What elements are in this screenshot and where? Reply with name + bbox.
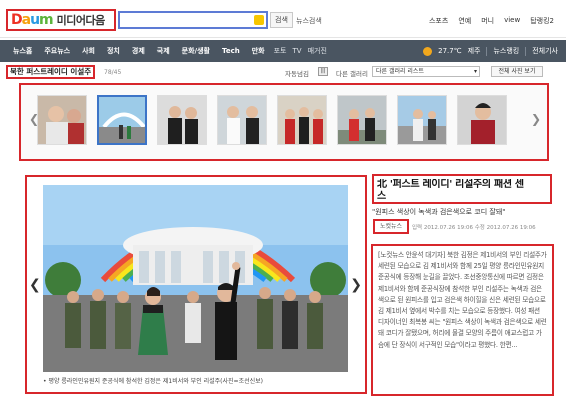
gallery-count: 78/45 (104, 69, 122, 76)
nav-item-top-news[interactable]: 주요뉴스 (38, 46, 76, 56)
nav-item-tech[interactable]: Tech (216, 47, 246, 55)
nav-item-politics[interactable]: 정치 (101, 46, 126, 56)
nav-item-comics[interactable]: 만화 (246, 46, 271, 56)
thumbnail-3[interactable] (157, 95, 207, 145)
nav-item-magazine[interactable]: 매거진 (305, 46, 330, 56)
article-date: 입력 2012.07.26 19:06 수정 2012.07.26 19:06 (412, 225, 536, 231)
search-box[interactable] (118, 11, 268, 29)
nav-item-society[interactable]: 사회 (76, 46, 101, 56)
nav-item-news-home[interactable]: 뉴스홈 (7, 46, 38, 56)
nav-item-world[interactable]: 국제 (151, 46, 176, 56)
autoplay-label: 자동넘김 (285, 70, 309, 78)
article-title-box: 北 '퍼스트 레이디' 리설주의 패션 센 스 (372, 174, 552, 204)
news-ranking-link[interactable]: 뉴스랭킹 (493, 46, 519, 56)
search-keyboard-icon[interactable] (254, 15, 264, 25)
chevron-left-icon[interactable]: ❮ (29, 277, 41, 293)
chevron-right-icon[interactable]: ❯ (531, 112, 541, 126)
article-title: 北 '퍼스트 레이디' 리설주의 패션 센 (377, 179, 524, 190)
top-links: 스포츠 연예 머니 view 탑랭킹2 (429, 16, 554, 26)
article-subtitle: "원피스 색상이 녹색과 검은색으로 코디 잘돼" (372, 208, 506, 216)
site-logo[interactable]: Daum 미디어다음 (6, 9, 116, 31)
top-link-entertainment[interactable]: 연예 (458, 16, 471, 26)
thumbnail-strip: ❮ ❯ (19, 83, 549, 161)
view-all-photos-button[interactable]: 전체 사진 보기 (491, 66, 543, 77)
main-photo-frame: ❮ ❯ • 평양 릉라인민유원지 준공식에 참석한 김정은 제1비서와 부인 리… (25, 175, 367, 394)
weather-city[interactable]: 제주 (468, 46, 481, 56)
weather-temp: 27.7℃ (438, 47, 462, 55)
gallery-bar: 북한 퍼스트레이디 이설주 78/45 자동넘김 ||| 다른 갤러리 다른 갤… (0, 64, 566, 82)
news-search-link[interactable]: 뉴스검색 (296, 16, 322, 26)
chevron-right-icon[interactable]: ❯ (350, 277, 362, 293)
next-gallery-label[interactable]: 다른 갤러리 (336, 68, 368, 78)
top-header: Daum 미디어다음 검색 뉴스검색 스포츠 연예 머니 view 탑랭킹2 (0, 0, 566, 38)
thumbnail-1[interactable] (37, 95, 87, 145)
chevron-down-icon: ▾ (473, 68, 477, 75)
gallery-select[interactable]: 다른 갤러리 리스트 ▾ (372, 66, 480, 77)
search-button[interactable]: 검색 (270, 12, 293, 28)
article-body-box: [노컷뉴스 안윤석 대기자] 북한 김정은 제1비서의 부인 리설주가 세련된 … (371, 244, 554, 396)
thumbnail-5[interactable] (277, 95, 327, 145)
top-link-view[interactable]: view (504, 16, 520, 26)
photo-caption: • 평양 릉라인민유원지 준공식에 참석한 김정은 제1비서와 부인 리설주(사… (43, 378, 264, 385)
thumbnail-2[interactable] (97, 95, 147, 145)
gallery-title: 북한 퍼스트레이디 이설주 (6, 65, 96, 79)
top-link-money[interactable]: 머니 (481, 16, 494, 26)
nav-item-photo[interactable]: 포토 (271, 46, 290, 56)
thumbnail-4[interactable] (217, 95, 267, 145)
article-title-line2: 스 (377, 191, 387, 202)
nav-divider (486, 46, 488, 56)
main-nav: 뉴스홈 주요뉴스 사회 정치 경제 국제 문화/생활 Tech 만화 포토 TV… (0, 40, 566, 62)
all-articles-link[interactable]: 전체기사 (532, 46, 558, 56)
main-photo (43, 185, 348, 372)
gallery-select-value: 다른 갤러리 리스트 (376, 68, 424, 75)
article-body: [노컷뉴스 안윤석 대기자] 북한 김정은 제1비서의 부인 리설주가 세련된 … (378, 251, 547, 349)
search-input[interactable] (120, 13, 250, 27)
source-badge[interactable]: 노컷뉴스 (373, 219, 409, 234)
autoplay-pause-button[interactable]: ||| (318, 67, 328, 76)
thumbnail-7[interactable] (397, 95, 447, 145)
thumbnail-8[interactable] (457, 95, 507, 145)
logo-title[interactable]: 미디어다음 (57, 12, 106, 28)
nav-divider (525, 46, 527, 56)
nav-item-tv[interactable]: TV (290, 47, 305, 55)
top-link-ranking[interactable]: 탑랭킹2 (530, 16, 554, 26)
sun-weather-icon (423, 46, 433, 56)
nav-item-culture[interactable]: 문화/생활 (176, 46, 216, 56)
thumbnail-6[interactable] (337, 95, 387, 145)
daum-logo[interactable]: Daum (11, 12, 54, 28)
nav-item-economy[interactable]: 경제 (126, 46, 151, 56)
nav-right: 27.7℃ 제주 뉴스랭킹 전체기사 (423, 40, 558, 62)
top-link-sports[interactable]: 스포츠 (429, 16, 448, 26)
